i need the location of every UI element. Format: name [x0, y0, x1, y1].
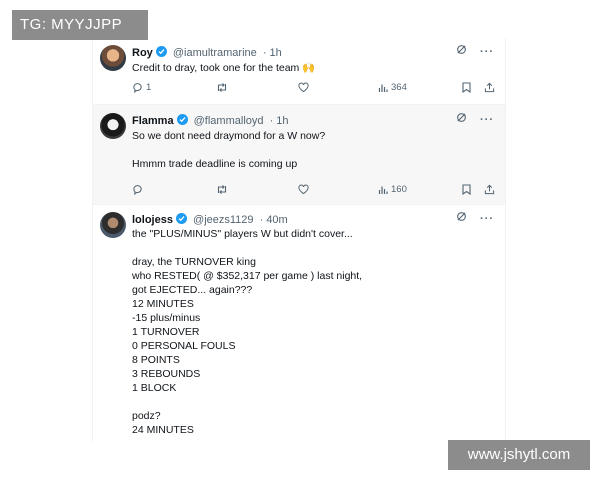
grok-icon[interactable]: [456, 112, 467, 126]
grok-icon[interactable]: [456, 44, 467, 58]
views-icon: [378, 84, 388, 92]
tweet-header: lolojess @jeezs1129 · 40m: [132, 213, 288, 226]
avatar[interactable]: [100, 113, 126, 139]
tweet-actions: 160: [132, 184, 496, 198]
retweet-icon: [217, 83, 227, 92]
more-options-icon[interactable]: ···: [480, 46, 494, 58]
more-options-icon[interactable]: ···: [480, 114, 494, 126]
author-name[interactable]: Roy: [132, 47, 153, 59]
reply-icon: [133, 185, 142, 195]
watermark-top-left: TG: MYYJJPP: [12, 10, 148, 40]
verified-badge-icon: [175, 213, 187, 224]
share-button[interactable]: [484, 184, 495, 195]
tweet-text: the "PLUS/MINUS" players W but didn't co…: [132, 228, 363, 436]
views-button[interactable]: 364: [378, 82, 407, 93]
author-name[interactable]: Flamma: [132, 115, 174, 127]
tweet-time[interactable]: · 40m: [260, 214, 288, 226]
reply-icon: [133, 83, 142, 93]
share-icon: [484, 82, 495, 93]
verified-badge-icon: [155, 46, 167, 57]
retweet-button[interactable]: [216, 82, 228, 93]
more-options-icon[interactable]: ···: [480, 213, 494, 225]
tweet-header: Roy @iamultramarine · 1h: [132, 46, 282, 59]
bookmark-icon: [462, 184, 471, 195]
avatar[interactable]: [100, 212, 126, 238]
tweet-actions: 1 364: [132, 82, 496, 96]
grok-icon[interactable]: [456, 211, 467, 225]
bookmark-button[interactable]: [462, 184, 471, 195]
tweet-roy[interactable]: Roy @iamultramarine · 1h ··· Credit to d…: [92, 38, 506, 104]
reply-button[interactable]: 1: [132, 82, 151, 93]
views-count: 160: [391, 184, 407, 195]
watermark-bottom-right: www.jshytl.com: [448, 440, 590, 470]
views-icon: [378, 186, 388, 194]
author-handle[interactable]: @iamultramarine: [173, 47, 257, 59]
tweet-text: So we dont need draymond for a W now? Hm…: [132, 130, 326, 170]
tweet-flamma[interactable]: Flamma @flammalloyd · 1h ··· So we dont …: [92, 105, 506, 204]
share-button[interactable]: [484, 82, 495, 93]
tweet-top-actions: ···: [446, 44, 494, 58]
retweet-button[interactable]: [216, 184, 228, 195]
views-count: 364: [391, 82, 407, 93]
author-handle[interactable]: @flammalloyd: [194, 115, 264, 127]
reply-button[interactable]: [132, 184, 143, 195]
retweet-icon: [217, 185, 227, 194]
tweet-header: Flamma @flammalloyd · 1h: [132, 114, 289, 127]
tweet-time[interactable]: · 1h: [263, 47, 282, 59]
heart-icon: [298, 82, 309, 93]
share-icon: [484, 184, 495, 195]
tweet-lolojess[interactable]: lolojess @jeezs1129 · 40m ··· the "PLUS/…: [92, 205, 506, 442]
heart-icon: [298, 184, 309, 195]
tweet-top-actions: ···: [446, 211, 494, 225]
tweet-text: Credit to dray, took one for the team 🙌: [132, 62, 316, 74]
views-button[interactable]: 160: [378, 184, 407, 195]
bookmark-button[interactable]: [462, 82, 471, 93]
like-button[interactable]: [298, 82, 309, 93]
reply-count: 1: [146, 82, 152, 93]
author-handle[interactable]: @jeezs1129: [193, 214, 254, 226]
like-button[interactable]: [298, 184, 309, 195]
author-name[interactable]: lolojess: [132, 214, 173, 226]
timeline-panel: Roy @iamultramarine · 1h ··· Credit to d…: [92, 38, 506, 442]
panel-border-right: [505, 38, 506, 442]
verified-badge-icon: [176, 114, 188, 125]
bookmark-icon: [462, 82, 471, 93]
tweet-time[interactable]: · 1h: [270, 115, 289, 127]
tweet-top-actions: ···: [446, 112, 494, 126]
avatar[interactable]: [100, 45, 126, 71]
panel-border-left: [92, 38, 93, 442]
